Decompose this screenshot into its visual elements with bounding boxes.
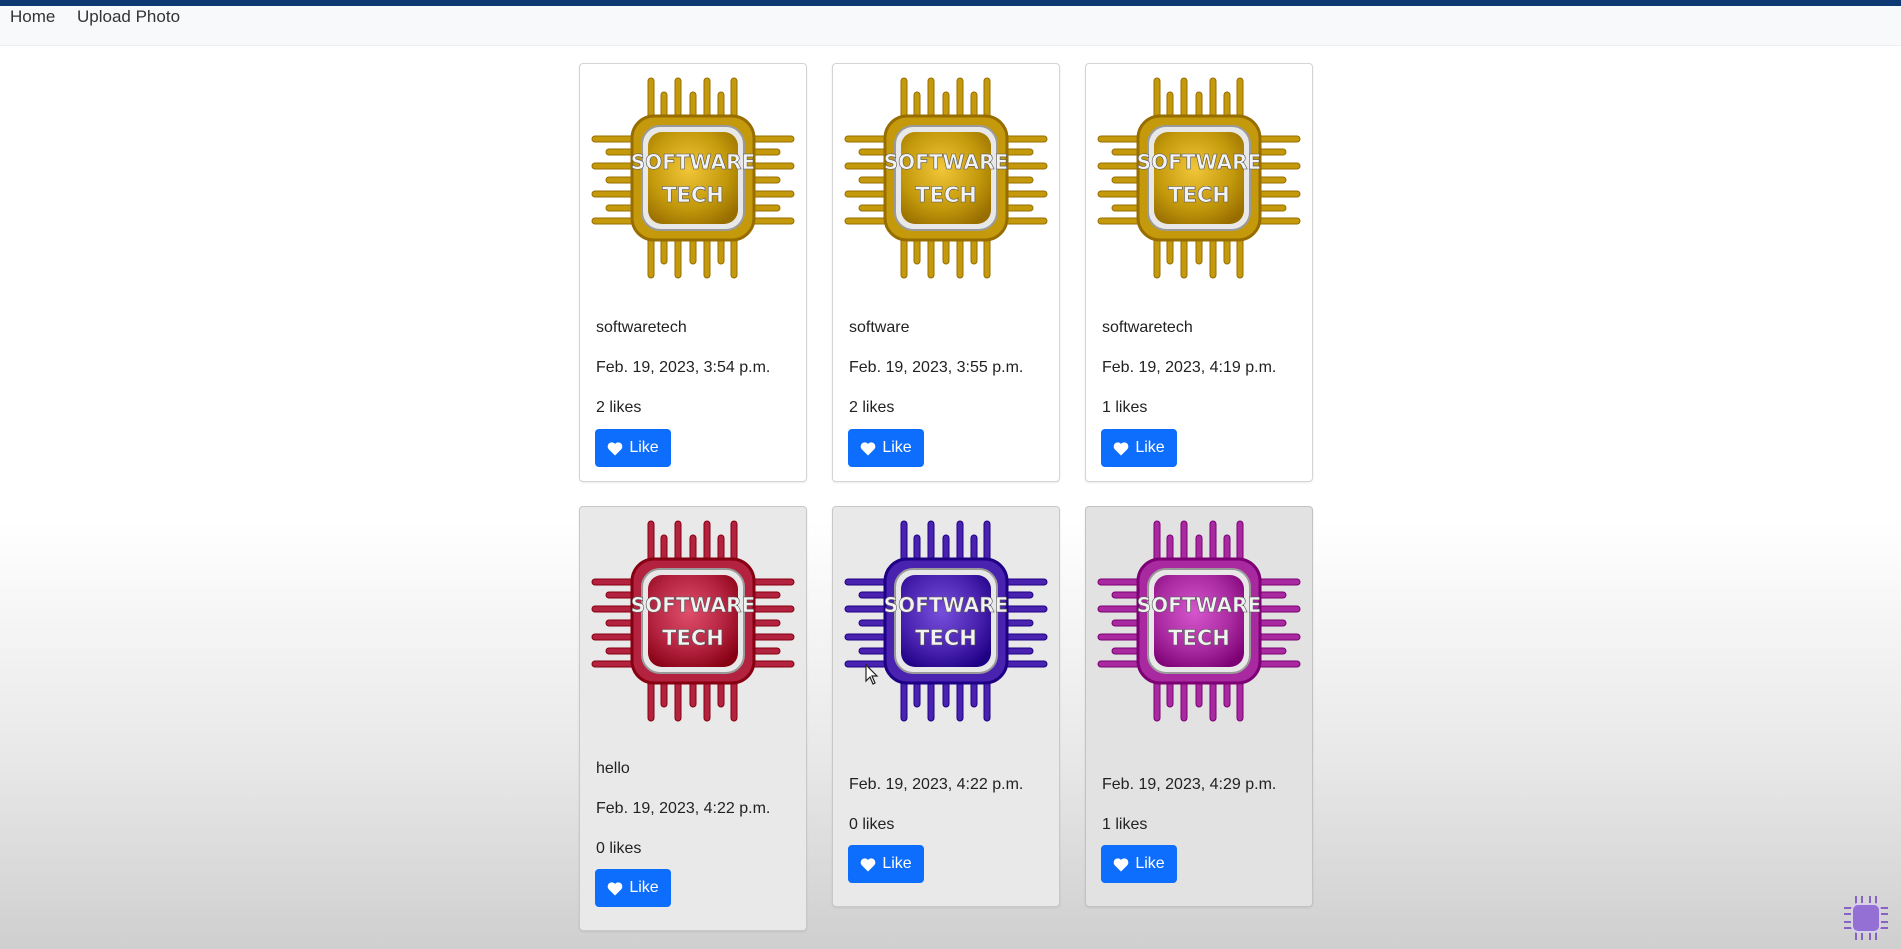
likes-count: 1 likes — [1102, 399, 1148, 416]
svg-text:SOFTWARE: SOFTWARE — [631, 150, 755, 174]
svg-text:SOFTWARE: SOFTWARE — [884, 593, 1008, 617]
svg-text:SOFTWARE: SOFTWARE — [884, 150, 1008, 174]
corner-logo-icon — [1844, 896, 1888, 940]
photo-title: softwaretech — [596, 319, 687, 336]
like-button-label: Like — [629, 879, 659, 896]
navbar: Home Upload Photo — [0, 6, 1901, 46]
likes-count: 0 likes — [596, 840, 642, 857]
heart-icon — [1113, 441, 1129, 455]
like-button[interactable]: Like — [1101, 429, 1177, 467]
photo-card: SOFTWARE TECH softwaretech Feb. 19, 2023,… — [1085, 63, 1313, 482]
photo-date: Feb. 19, 2023, 4:22 p.m. — [849, 776, 1024, 793]
photo-card: SOFTWARE TECH hello Feb. 19, 2023, 4:22 p… — [579, 506, 807, 931]
likes-count: 2 likes — [596, 399, 642, 416]
svg-text:TECH: TECH — [1168, 183, 1230, 207]
photo-card: SOFTWARE TECH Feb. 19, 2023, 4:29 p.m. 1 … — [1085, 506, 1313, 907]
like-button[interactable]: Like — [848, 429, 924, 467]
like-button[interactable]: Like — [1101, 845, 1177, 883]
likes-count: 2 likes — [849, 399, 895, 416]
like-button-label: Like — [1135, 855, 1165, 872]
software-tech-chip-image: SOFTWARE TECH — [591, 77, 795, 279]
svg-text:TECH: TECH — [662, 183, 724, 207]
like-button[interactable]: Like — [848, 845, 924, 883]
photo-title: software — [849, 319, 910, 336]
svg-text:SOFTWARE: SOFTWARE — [1137, 150, 1261, 174]
svg-text:TECH: TECH — [915, 626, 977, 650]
like-button-label: Like — [629, 439, 659, 456]
like-button[interactable]: Like — [595, 869, 671, 907]
heart-icon — [607, 881, 623, 895]
likes-count: 1 likes — [1102, 816, 1148, 833]
svg-text:TECH: TECH — [1168, 626, 1230, 650]
like-button-label: Like — [882, 855, 912, 872]
heart-icon — [607, 441, 623, 455]
software-tech-chip-image: SOFTWARE TECH — [591, 520, 795, 722]
like-button-label: Like — [882, 439, 912, 456]
likes-count: 0 likes — [849, 816, 895, 833]
photo-date: Feb. 19, 2023, 3:54 p.m. — [596, 359, 771, 376]
photo-card: SOFTWARE TECH softwaretech Feb. 19, 2023,… — [579, 63, 807, 482]
photo-title: softwaretech — [1102, 319, 1193, 336]
photo-title: hello — [596, 760, 630, 777]
photo-date: Feb. 19, 2023, 4:19 p.m. — [1102, 359, 1277, 376]
like-button[interactable]: Like — [595, 429, 671, 467]
photo-card: SOFTWARE TECH Feb. 19, 2023, 4:22 p.m. 0 … — [832, 506, 1060, 907]
photo-card: SOFTWARE TECH software Feb. 19, 2023, 3:5… — [832, 63, 1060, 482]
nav-upload-photo-link[interactable]: Upload Photo — [77, 7, 180, 27]
software-tech-chip-image: SOFTWARE TECH — [844, 77, 1048, 279]
heart-icon — [1113, 857, 1129, 871]
photo-date: Feb. 19, 2023, 4:29 p.m. — [1102, 776, 1277, 793]
software-tech-chip-image: SOFTWARE TECH — [844, 520, 1048, 722]
svg-text:TECH: TECH — [662, 626, 724, 650]
svg-text:SOFTWARE: SOFTWARE — [631, 593, 755, 617]
software-tech-chip-image: SOFTWARE TECH — [1097, 77, 1301, 279]
svg-text:SOFTWARE: SOFTWARE — [1137, 593, 1261, 617]
photo-date: Feb. 19, 2023, 3:55 p.m. — [849, 359, 1024, 376]
heart-icon — [860, 441, 876, 455]
heart-icon — [860, 857, 876, 871]
software-tech-chip-image: SOFTWARE TECH — [1097, 520, 1301, 722]
svg-text:TECH: TECH — [915, 183, 977, 207]
mouse-cursor-icon — [865, 664, 879, 685]
like-button-label: Like — [1135, 439, 1165, 456]
photo-date: Feb. 19, 2023, 4:22 p.m. — [596, 800, 771, 817]
nav-home-link[interactable]: Home — [10, 7, 55, 27]
